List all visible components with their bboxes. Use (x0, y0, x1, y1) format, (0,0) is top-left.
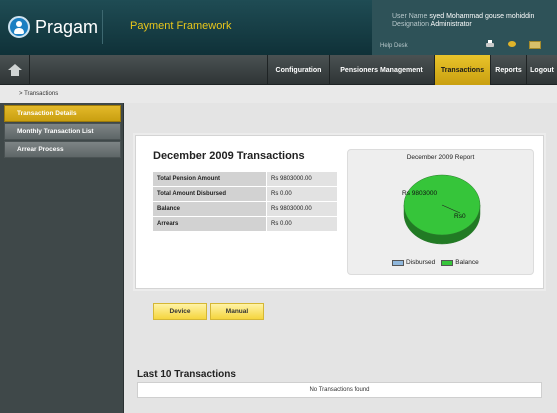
legend-swatch-balance (441, 259, 454, 266)
table-row: Balance Rs 9803000.00 (153, 202, 337, 216)
nav-reports[interactable]: Reports (490, 55, 526, 85)
breadcrumb: > Transactions (0, 85, 557, 103)
header-divider (102, 10, 103, 44)
nav-transactions[interactable]: Transactions (434, 55, 490, 85)
summary-value: Rs 0.00 (267, 187, 337, 201)
pie-label-balance: Rs 9803000 (402, 190, 437, 197)
summary-label: Arrears (153, 217, 267, 231)
chat-icon[interactable] (507, 40, 517, 48)
pie-label-disbursed: Rs0 (454, 213, 466, 220)
summary-value: Rs 0.00 (267, 217, 337, 231)
designation-label: Designation (392, 21, 429, 28)
manual-button[interactable]: Manual (210, 303, 264, 320)
summary-value: Rs 9803000.00 (267, 172, 337, 186)
page-title: December 2009 Transactions (153, 150, 305, 162)
summary-label: Total Amount Disbursed (153, 187, 267, 201)
nav-logout[interactable]: Logout (526, 55, 557, 85)
nav-pensioners-management[interactable]: Pensioners Management (329, 55, 433, 85)
legend-label-disbursed: Disbursed (406, 259, 436, 266)
help-desk-link[interactable]: Help Desk (380, 43, 408, 49)
legend-swatch-disbursed (392, 259, 404, 266)
no-transactions-text: No Transactions found (309, 387, 370, 393)
summary-table: Total Pension Amount Rs 9803000.00 Total… (153, 171, 337, 232)
table-row: Arrears Rs 0.00 (153, 217, 337, 231)
report-chart-panel: December 2009 Report Rs0 Rs 9803000 Disbu… (347, 149, 534, 275)
sidebar-item-arrear-process[interactable]: Arrear Process (4, 141, 121, 158)
home-button[interactable] (0, 55, 30, 85)
summary-value: Rs 9803000.00 (267, 202, 337, 216)
summary-label: Total Pension Amount (153, 172, 267, 186)
legend-label-balance: Balance (455, 259, 479, 266)
logo-icon (8, 16, 30, 38)
nav-configuration[interactable]: Configuration (267, 55, 329, 85)
sidebar-item-monthly-transaction-list[interactable]: Monthly Transaction List (4, 123, 121, 140)
sidebar-item-transaction-details[interactable]: Transaction Details (4, 105, 121, 122)
app-title: Payment Framework (130, 20, 232, 32)
user-name-value: syed Mohammad gouse mohiddin (429, 13, 535, 20)
user-name-label: User Name (392, 13, 428, 20)
device-button[interactable]: Device (153, 303, 207, 320)
pie-chart: Rs0 Rs 9803000 (402, 174, 481, 245)
table-row: Total Pension Amount Rs 9803000.00 (153, 172, 337, 186)
pragam-logo[interactable]: Pragam (8, 12, 100, 42)
chart-legend: Disbursed Balance (392, 259, 485, 266)
breadcrumb-text[interactable]: > Transactions (19, 91, 58, 97)
user-name-row: User Name syed Mohammad gouse mohiddin (392, 13, 534, 20)
sidebar: Transaction Details Monthly Transaction … (0, 103, 124, 413)
legend-item-balance: Balance (441, 259, 479, 266)
last-transactions-box: No Transactions found (137, 382, 542, 398)
mail-icon[interactable] (529, 40, 541, 49)
logo-text: Pragam (35, 16, 99, 37)
app-header: Pragam Payment Framework User Name syed … (0, 0, 557, 55)
home-icon (7, 64, 22, 76)
last-transactions-title: Last 10 Transactions (137, 369, 236, 380)
summary-label: Balance (153, 202, 267, 216)
table-row: Total Amount Disbursed Rs 0.00 (153, 187, 337, 201)
user-info-panel: User Name syed Mohammad gouse mohiddin D… (372, 0, 557, 55)
designation-value: Administrator (430, 21, 472, 28)
designation-row: Designation Administrator (392, 21, 472, 28)
legend-item-disbursed: Disbursed (392, 259, 435, 266)
main-nav: Configuration Pensioners Management Tran… (0, 55, 557, 85)
transactions-card: December 2009 Transactions Total Pension… (135, 135, 544, 289)
printer-icon[interactable] (485, 40, 495, 48)
